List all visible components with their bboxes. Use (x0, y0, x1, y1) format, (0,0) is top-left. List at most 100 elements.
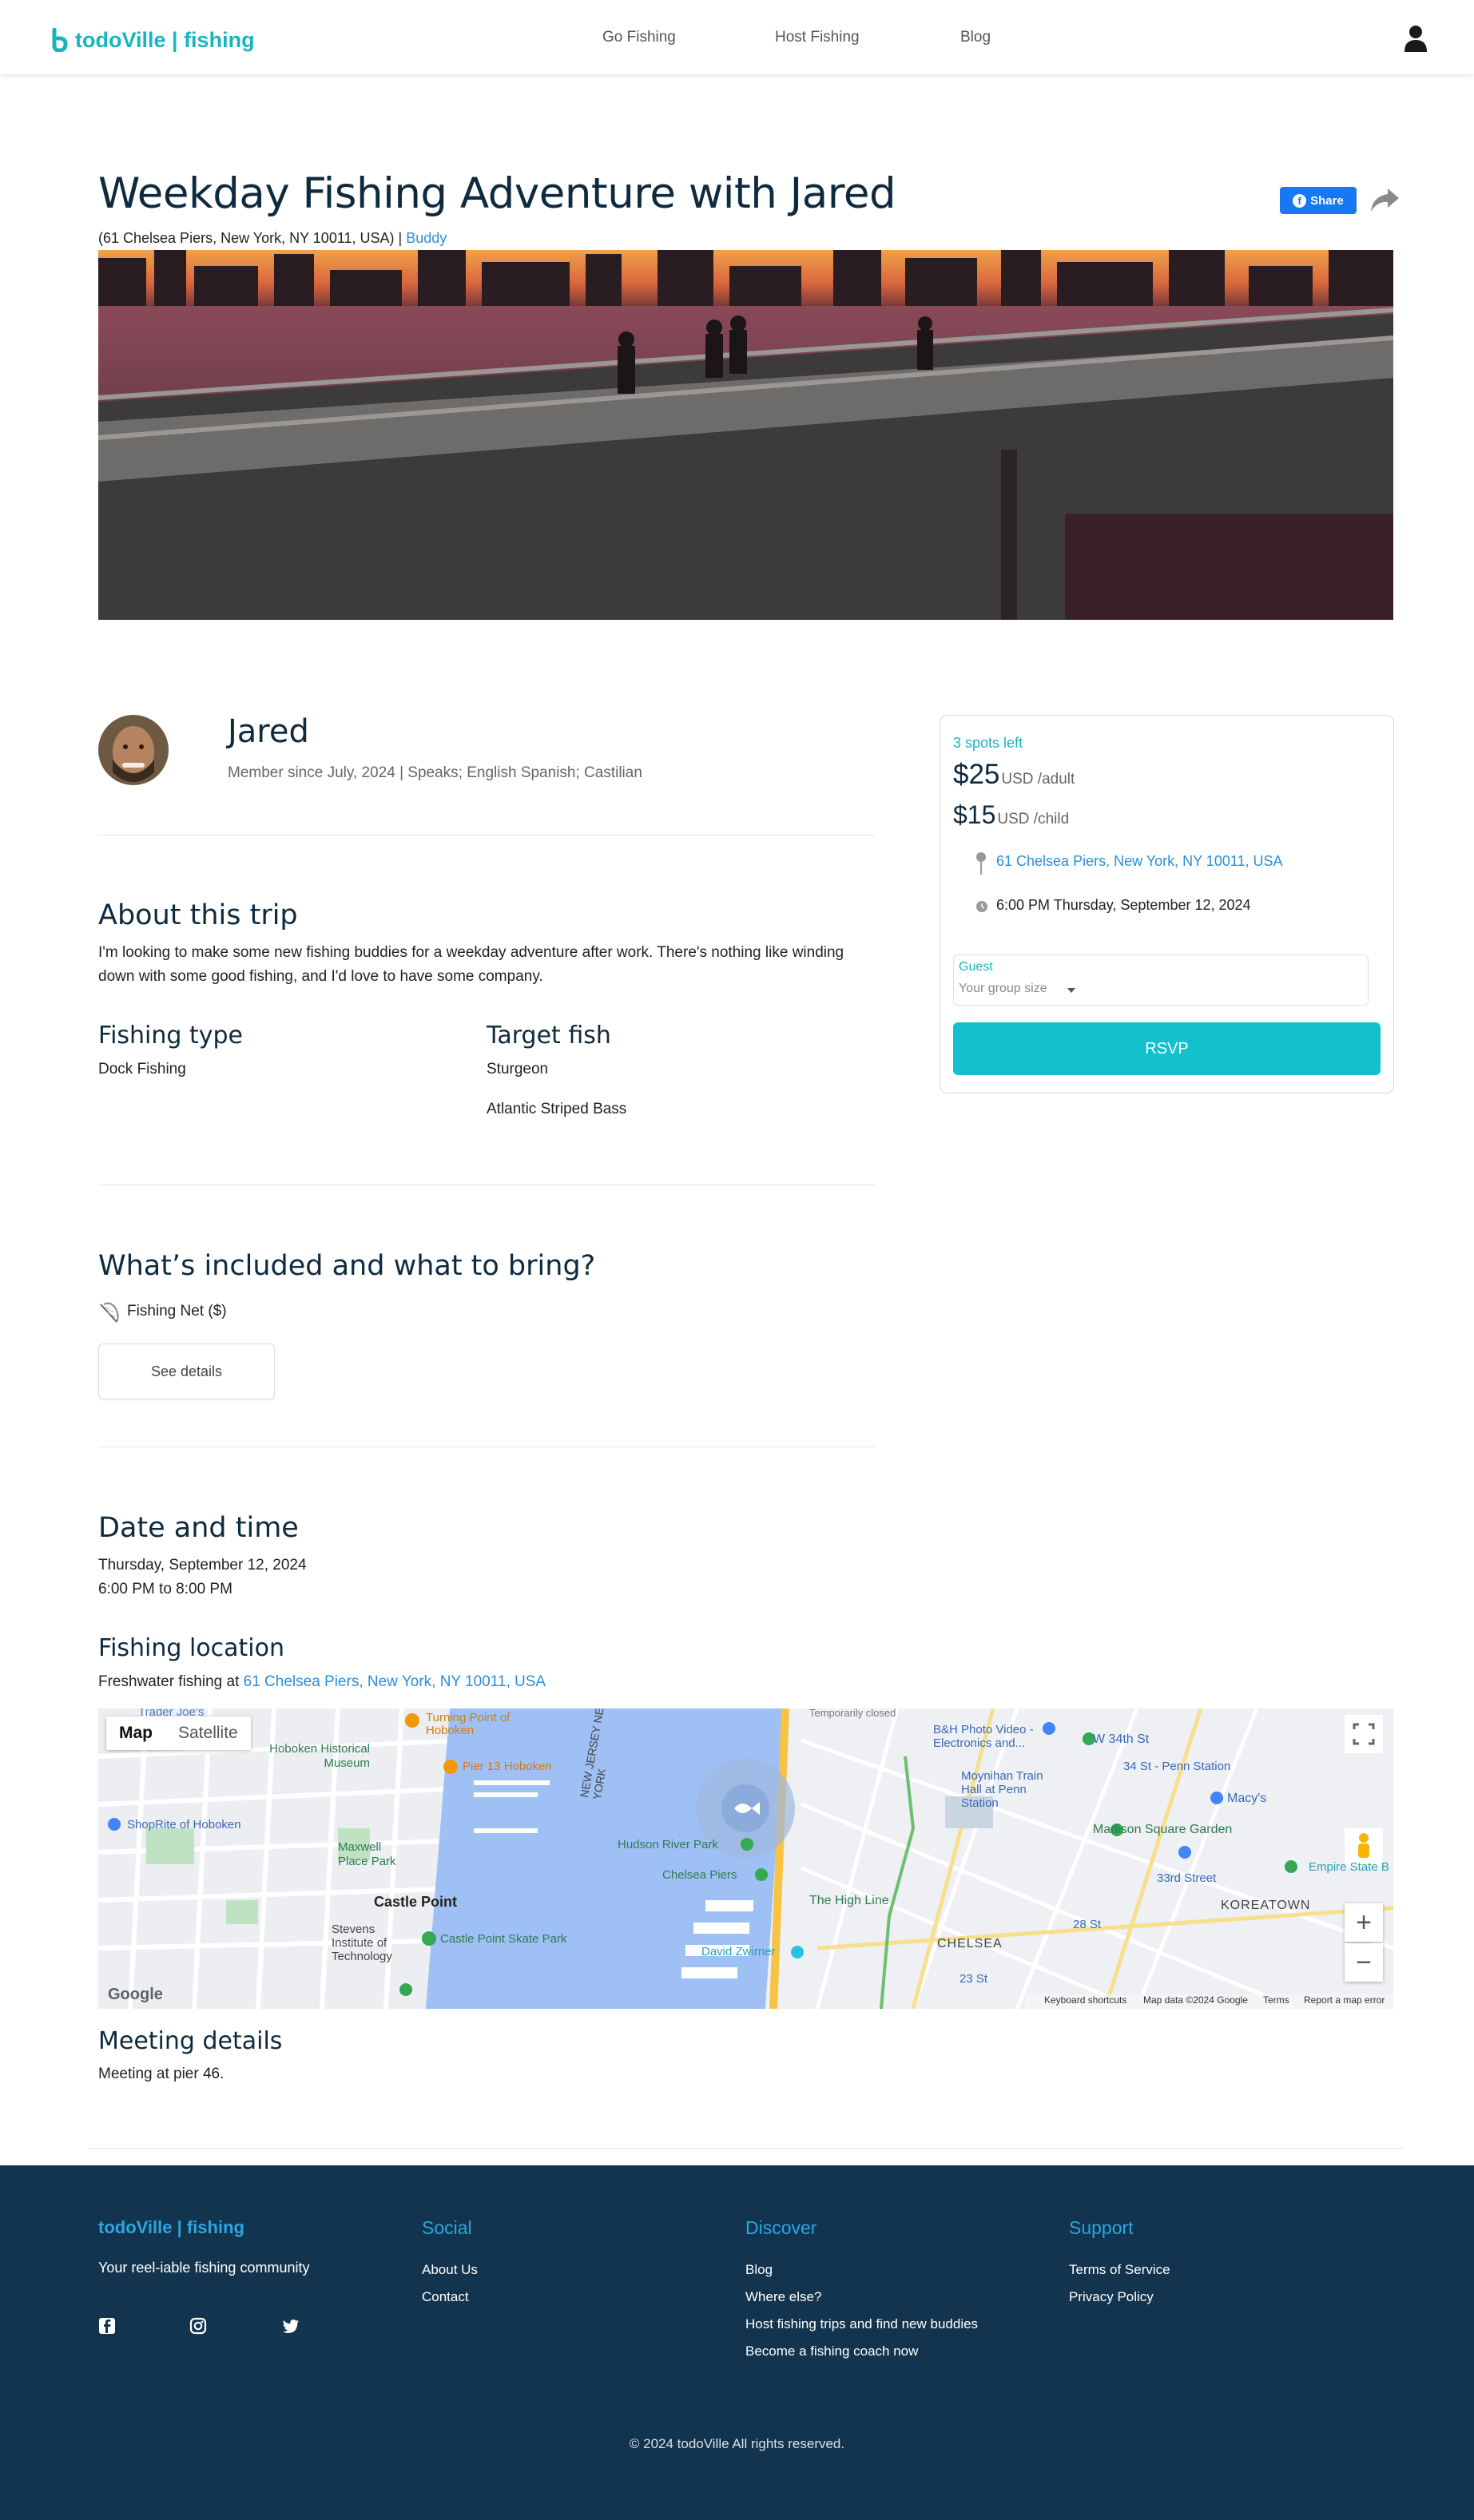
nav-blog[interactable]: Blog (960, 29, 991, 46)
facebook-icon[interactable] (98, 2317, 116, 2335)
guest-label: Guest (959, 960, 993, 974)
spots-left: 3 spots left (953, 735, 1023, 751)
about-text: I'm looking to make some new fishing bud… (98, 944, 844, 985)
brand-logo[interactable]: todoVille | fishing (50, 24, 255, 56)
booking-datetime: 6:00 PM Thursday, September 12, 2024 (996, 897, 1251, 913)
map-label-bh-photo: B&H Photo Video - Electronics and... (933, 1723, 1034, 1750)
trip-date: Thursday, September 12, 2024 (98, 1557, 307, 1574)
map-label-pier13: Pier 13 Hoboken (463, 1760, 552, 1773)
adult-price-unit: USD /adult (1001, 771, 1075, 788)
map-keyboard-shortcuts-link[interactable]: Keyboard shortcuts (1044, 1994, 1126, 2006)
nav-go-fishing[interactable]: Go Fishing (602, 29, 676, 46)
map-label-temp-closed: Temporarily closed (809, 1708, 896, 1719)
map-label-shoprite: ShopRite of Hoboken (127, 1818, 241, 1831)
footer-privacy-link[interactable]: Privacy Policy (1069, 2289, 1154, 2305)
footer-terms-link[interactable]: Terms of Service (1069, 2262, 1170, 2278)
subtitle-separator: | (394, 230, 407, 246)
logo-icon (52, 28, 68, 52)
guest-placeholder: Your group size (959, 982, 1047, 995)
footer-contact-link[interactable]: Contact (422, 2289, 469, 2305)
location-address-link[interactable]: 61 Chelsea Piers, New York, NY 10011, US… (244, 1673, 546, 1690)
footer-divider (88, 2148, 1404, 2149)
footer-brand[interactable]: todoVille | fishing (98, 2217, 244, 2238)
fishing-net-icon (100, 1302, 119, 1323)
footer-about-us-link[interactable]: About Us (422, 2262, 478, 2278)
adult-price-row: $25 USD /adult (953, 759, 1075, 791)
map-label-maxwell: Maxwell Place Park (338, 1840, 396, 1868)
map-label-23-st: 23 St (959, 1972, 988, 1986)
host-meta: Member since July, 2024 | Speaks; Englis… (228, 764, 642, 781)
map-tab-map[interactable]: Map (106, 1716, 165, 1750)
map-label-david-zwirner: David Zwirner (701, 1945, 776, 1958)
map-tab-satellite[interactable]: Satellite (165, 1716, 251, 1750)
map-label-chelsea: CHELSEA (937, 1937, 1003, 1951)
zoom-out-button[interactable]: − (1345, 1943, 1383, 1982)
map-label-empire-state: Empire State B (1309, 1860, 1389, 1874)
footer-blog-link[interactable]: Blog (745, 2262, 773, 2278)
caret-down-icon (1067, 988, 1075, 993)
share-label: Share (1310, 193, 1344, 208)
map-label-trader-joes: Trader Joe's (138, 1708, 205, 1719)
location-prefix: Freshwater fishing at (98, 1673, 244, 1690)
meeting-text: Meeting at pier 46. (98, 2066, 224, 2082)
trip-time: 6:00 PM to 8:00 PM (98, 1581, 232, 1597)
map-label-stevens: Stevens Institute of Technology (332, 1923, 392, 1963)
footer-become-coach-link[interactable]: Become a fishing coach now (745, 2343, 918, 2359)
map-label-msg: Madison Square Garden (1093, 1823, 1233, 1836)
facebook-icon: f (1293, 193, 1307, 208)
map-label-turning-point: Turning Point of Hoboken (426, 1711, 511, 1737)
target-fish-sturgeon-link[interactable]: Sturgeon (487, 1058, 548, 1081)
host-avatar (98, 715, 169, 785)
map-label-hoboken-museum: Hoboken Historical Museum (269, 1742, 370, 1770)
child-price-unit: USD /child (997, 811, 1070, 827)
booking-address-link[interactable]: 61 Chelsea Piers, New York, NY 10011, US… (996, 853, 1283, 870)
rsvp-button[interactable]: RSVP (953, 1022, 1381, 1075)
included-item: Fishing Net ($) (127, 1303, 227, 1320)
location-map[interactable]: Map Satellite + − Trader Joe's Turning P… (98, 1708, 1393, 2009)
map-label-w34: W 34th St (1093, 1732, 1150, 1746)
host-name: Jared (228, 713, 309, 750)
footer-where-else-link[interactable]: Where else? (745, 2289, 821, 2305)
map-type-toggle: Map Satellite (106, 1716, 251, 1750)
map-label-koreatown: KOREATOWN (1221, 1899, 1311, 1912)
zoom-in-button[interactable]: + (1345, 1903, 1383, 1942)
child-price-row: $15 USD /child (953, 800, 1069, 830)
top-navbar: todoVille | fishing Go Fishing Host Fish… (0, 0, 1474, 74)
map-label-skate-park: Castle Point Skate Park (440, 1932, 567, 1946)
trip-category-link[interactable]: Buddy (406, 230, 447, 246)
instagram-icon[interactable] (189, 2317, 207, 2335)
map-label-hudson-park: Hudson River Park (618, 1838, 718, 1851)
fishing-type-heading: Fishing type (98, 1022, 243, 1050)
footer-support-heading: Support (1069, 2217, 1134, 2238)
footer-discover-heading: Discover (745, 2217, 817, 2238)
trip-address: (61 Chelsea Piers, New York, NY 10011, U… (98, 230, 395, 246)
twitter-icon[interactable] (282, 2317, 300, 2335)
share-arrow-icon[interactable] (1369, 185, 1400, 214)
trip-title: Weekday Fishing Adventure with Jared (98, 169, 896, 218)
site-footer: todoVille | fishing Your reel-iable fish… (0, 2165, 1474, 2520)
location-pin-icon (976, 852, 986, 875)
footer-social-heading: Social (422, 2217, 472, 2238)
child-price: $15 (953, 800, 996, 829)
clock-icon (976, 901, 987, 912)
nav-host-fishing[interactable]: Host Fishing (775, 29, 860, 46)
guest-select[interactable]: Guest Your group size (953, 954, 1369, 1006)
fishing-type-value: Dock Fishing (98, 1061, 186, 1077)
map-label-high-line: The High Line (809, 1894, 889, 1907)
google-logo: Google (108, 1986, 163, 2003)
target-fish-heading: Target fish (487, 1022, 611, 1050)
see-details-button[interactable]: See details (98, 1343, 275, 1399)
trip-subtitle: (61 Chelsea Piers, New York, NY 10011, U… (98, 230, 447, 247)
map-label-chelsea-piers: Chelsea Piers (662, 1868, 737, 1882)
footer-copyright: © 2024 todoVille All rights reserved. (629, 2436, 845, 2451)
location-heading: Fishing location (98, 1634, 285, 1662)
facebook-share-button[interactable]: f Share (1280, 187, 1357, 214)
user-account-icon[interactable] (1404, 25, 1428, 52)
footer-host-trips-link[interactable]: Host fishing trips and find new buddies (745, 2316, 978, 2332)
map-data-attribution: Map data ©2024 Google (1143, 1994, 1248, 2006)
hero-image (98, 250, 1393, 620)
target-fish-bass-link[interactable]: Atlantic Striped Bass (487, 1097, 626, 1121)
map-report-error-link[interactable]: Report a map error (1304, 1994, 1385, 2006)
map-terms-link[interactable]: Terms (1263, 1994, 1289, 2006)
map-label-castle-point: Castle Point (374, 1894, 458, 1910)
